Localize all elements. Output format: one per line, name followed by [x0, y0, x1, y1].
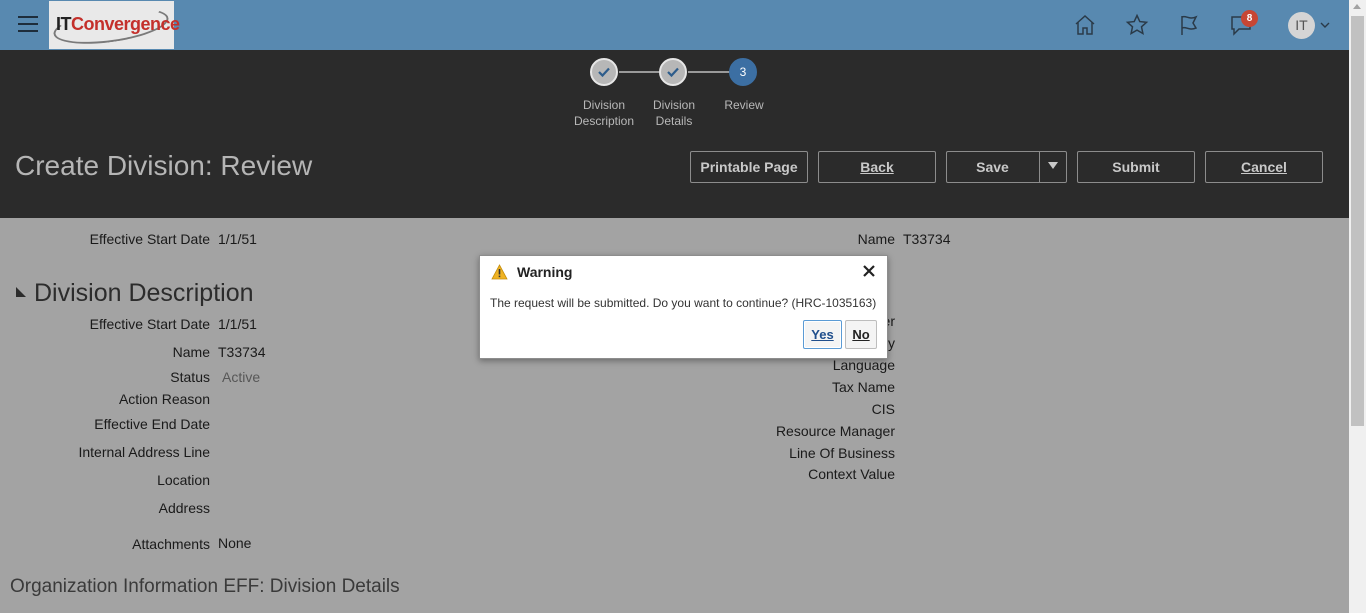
field-label: Action Reason [118, 391, 210, 407]
yes-button[interactable]: Yes [803, 320, 842, 349]
printable-page-button[interactable]: Printable Page [690, 151, 808, 183]
train-connector [619, 71, 659, 73]
train-connector [688, 71, 730, 73]
field-label: Attachments [132, 536, 210, 552]
favorites-star-icon[interactable] [1125, 13, 1149, 37]
field-label: Address [158, 500, 210, 516]
home-icon[interactable] [1073, 13, 1097, 37]
train-stop-division-details[interactable] [659, 58, 687, 86]
effective-start-date-label: Effective Start Date [89, 231, 210, 247]
field-label: Context Value [808, 466, 895, 482]
chevron-down-icon[interactable] [1320, 20, 1330, 30]
dialog-title: Warning [517, 264, 573, 280]
page-title: Create Division: Review [15, 150, 313, 181]
save-menu-dropdown[interactable] [1039, 152, 1066, 182]
field-label: CIS [871, 401, 895, 417]
collapse-triangle-icon[interactable] [16, 287, 26, 297]
train-stop-label[interactable]: Division Details [634, 97, 714, 129]
field-label: Location [157, 472, 210, 488]
field-label: Status [170, 369, 210, 385]
field-label: Name [172, 344, 210, 360]
global-header: ITConvergence 8 IT [0, 0, 1349, 50]
chevron-down-icon [1048, 162, 1058, 169]
field-label: Language [832, 357, 895, 373]
checkmark-icon [598, 67, 610, 78]
checkmark-icon [667, 67, 679, 78]
watchlist-flag-icon[interactable] [1177, 13, 1201, 37]
effective-start-date-value: 1/1/51 [218, 231, 257, 247]
field-label: Internal Address Line [78, 444, 210, 460]
field-label: Effective End Date [94, 416, 210, 432]
submit-button[interactable]: Submit [1077, 151, 1195, 183]
attachments-value[interactable]: None [218, 535, 251, 551]
field-label: Resource Manager [775, 423, 895, 439]
company-logo[interactable]: ITConvergence [49, 1, 180, 50]
warning-icon [491, 264, 508, 280]
scrollbar-thumb[interactable] [1351, 16, 1364, 426]
warning-dialog: Warning The request will be submitted. D… [479, 255, 888, 359]
dialog-message: The request will be submitted. Do you wa… [490, 296, 877, 310]
name-value: T33734 [903, 231, 951, 247]
train-stop-label[interactable]: Division Description [564, 97, 644, 129]
scroll-up-icon[interactable] [1353, 4, 1361, 9]
section-title-division-description[interactable]: Division Description [34, 279, 254, 308]
cancel-button[interactable]: Cancel [1205, 151, 1323, 183]
train-stop-division-description[interactable] [590, 58, 618, 86]
field-label: Tax Name [831, 379, 895, 395]
train-stop-review[interactable]: 3 [729, 58, 757, 86]
back-button[interactable]: Back [818, 151, 936, 183]
user-avatar[interactable]: IT [1288, 12, 1315, 39]
notification-count-badge[interactable]: 8 [1241, 10, 1258, 27]
status-value: Active [222, 369, 261, 385]
train-stop-label[interactable]: Review [704, 97, 784, 113]
name-label: Name [857, 231, 895, 247]
menu-icon[interactable] [18, 16, 38, 34]
field-value: 1/1/51 [218, 316, 257, 332]
field-label: Effective Start Date [89, 316, 210, 332]
field-label: Line Of Business [789, 445, 895, 461]
no-button[interactable]: No [845, 320, 877, 349]
field-value: T33734 [218, 344, 266, 360]
close-icon[interactable] [861, 263, 877, 279]
page-scrollbar[interactable] [1349, 0, 1366, 613]
section-title-eff-division-details[interactable]: Organization Information EFF: Division D… [10, 576, 400, 598]
